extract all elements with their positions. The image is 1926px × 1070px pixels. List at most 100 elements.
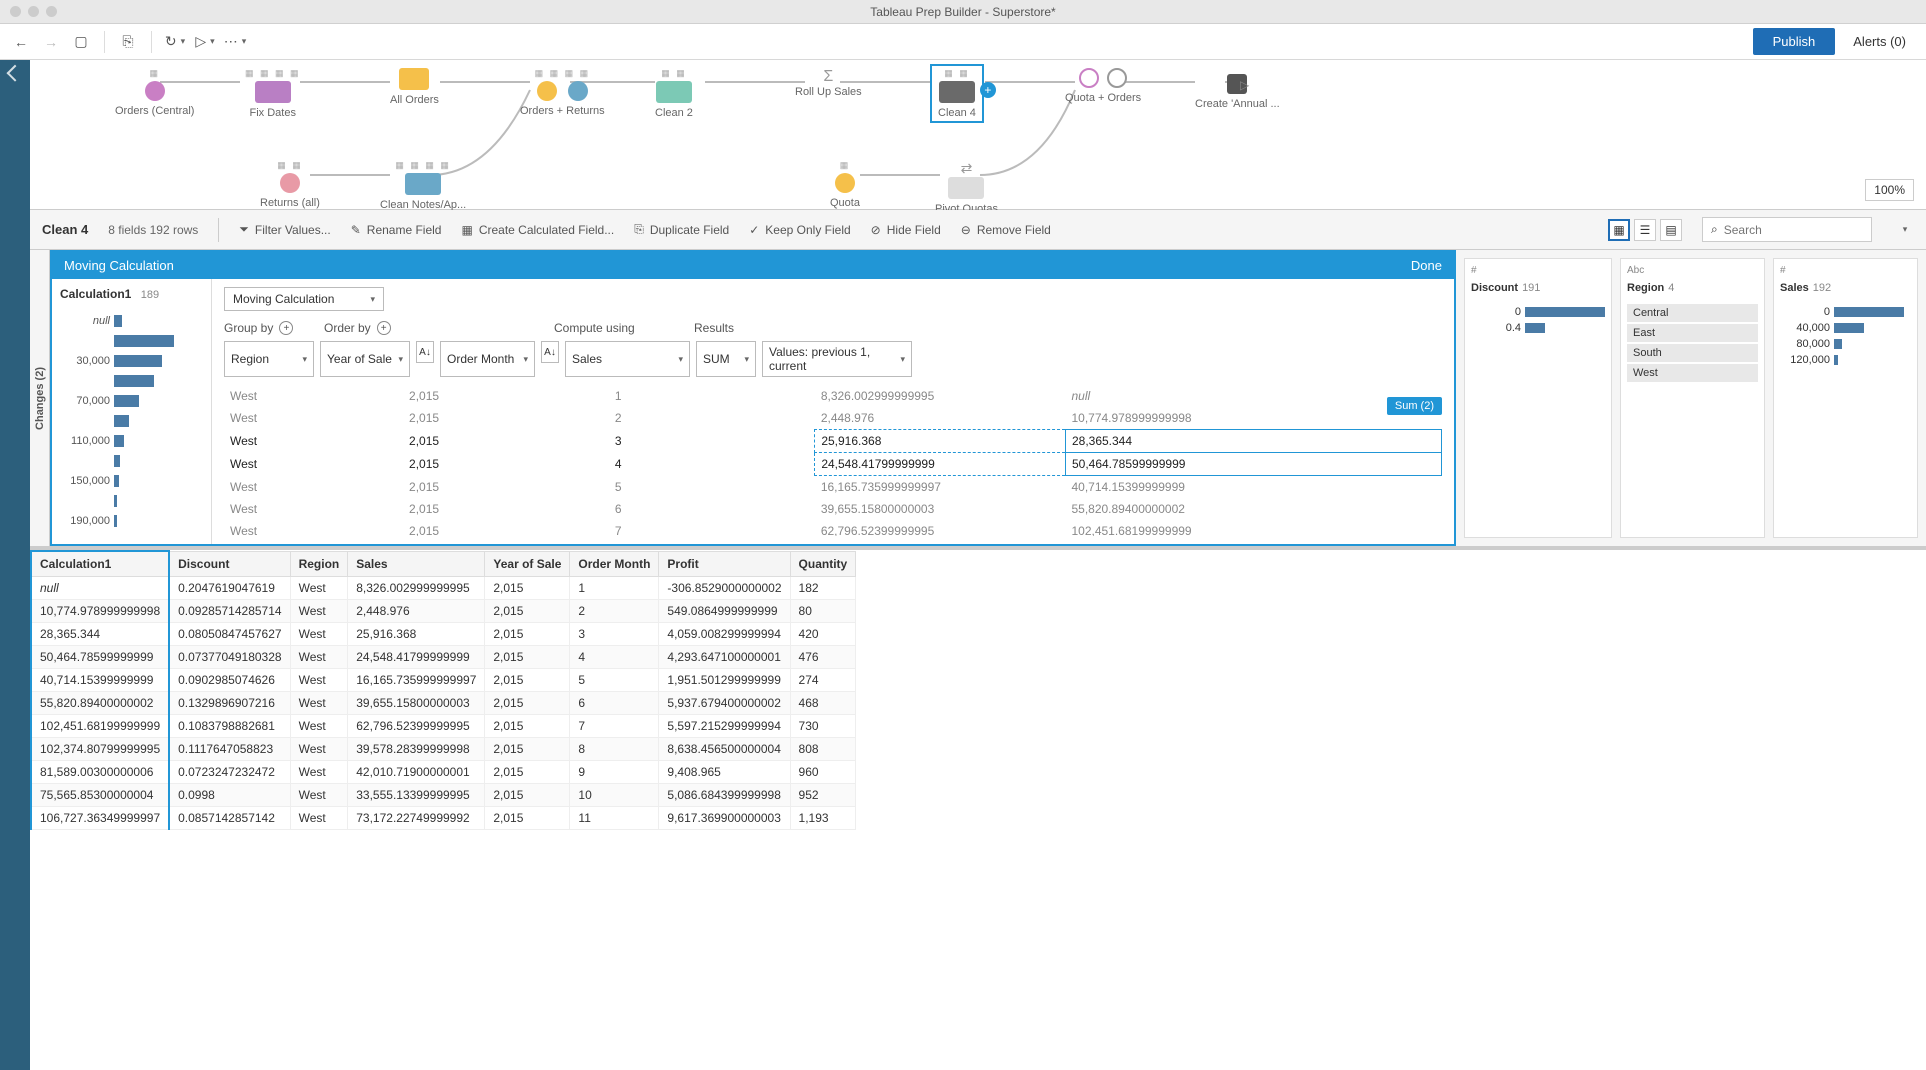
- column-header[interactable]: Order Month: [570, 551, 659, 577]
- table-row[interactable]: 55,820.894000000020.1329896907216West39,…: [31, 692, 856, 715]
- flow-node-clean4[interactable]: ▦ ▦Clean 4+: [930, 64, 984, 123]
- flow-node-all-orders[interactable]: All Orders: [390, 68, 439, 106]
- flow-node-clean2[interactable]: ▦ ▦Clean 2: [655, 68, 693, 119]
- back-button[interactable]: ←: [10, 31, 32, 53]
- calc-table-row[interactable]: West2,015639,655.1580000000355,820.89400…: [224, 498, 1442, 520]
- profile-pane: # Discount191 0 0.4 Abc Region4 Central …: [1456, 250, 1926, 546]
- flow-node-returns[interactable]: ▦ ▦Returns (all): [260, 160, 320, 209]
- calc-icon: ▦: [461, 223, 472, 237]
- flow-node-quota-orders[interactable]: Quota + Orders: [1065, 68, 1141, 104]
- orderby-month-dropdown[interactable]: Order Month: [440, 341, 535, 377]
- keep-icon: ✓: [749, 223, 759, 237]
- add-orderby-button[interactable]: +: [377, 321, 391, 335]
- done-button[interactable]: Done: [1411, 258, 1442, 273]
- view-profile-button[interactable]: ▦: [1608, 219, 1630, 241]
- profile-card-region[interactable]: Abc Region4 Central East South West: [1620, 258, 1765, 538]
- flow-node-rollup[interactable]: ΣRoll Up Sales: [795, 68, 862, 98]
- sort-month-button[interactable]: A↓: [541, 341, 559, 363]
- eye-off-icon: ⊘: [871, 223, 881, 237]
- flow-node-quota[interactable]: ▦Quota: [830, 160, 860, 209]
- table-row[interactable]: 102,374.807999999950.1117647058823West39…: [31, 738, 856, 761]
- agg-dropdown[interactable]: SUM: [696, 341, 756, 377]
- flow-canvas[interactable]: ▦Orders (Central) ▦ ▦ ▦ ▦Fix Dates All O…: [30, 60, 1926, 210]
- duplicate-field-button[interactable]: ⎘Duplicate Field: [634, 222, 729, 237]
- remove-icon: ⊖: [961, 223, 971, 237]
- calc-table-row[interactable]: West2,01518,326.002999999995null: [224, 385, 1442, 407]
- sort-year-button[interactable]: A↓: [416, 341, 434, 363]
- step-meta: 8 fields 192 rows: [108, 223, 198, 237]
- profile-card-discount[interactable]: # Discount191 0 0.4: [1464, 258, 1612, 538]
- more-options-button[interactable]: [1892, 219, 1914, 241]
- search-input[interactable]: [1724, 223, 1863, 237]
- filter-values-button[interactable]: ⏷Filter Values...: [239, 222, 330, 237]
- run-output-icon[interactable]: ▷: [1240, 78, 1249, 92]
- view-list-button[interactable]: ☰: [1634, 219, 1656, 241]
- sum-badge: Sum (2): [1387, 397, 1442, 415]
- hide-field-button[interactable]: ⊘Hide Field: [871, 223, 941, 237]
- column-header[interactable]: Region: [290, 551, 348, 577]
- table-row[interactable]: 102,451.681999999990.1083798882681West62…: [31, 715, 856, 738]
- calc-type-dropdown[interactable]: Moving Calculation: [224, 287, 384, 311]
- calc-table-row[interactable]: West2,015762,796.52399999995102,451.6819…: [224, 520, 1442, 536]
- calc-field-count: 189: [141, 289, 159, 301]
- table-row[interactable]: 75,565.853000000040.0998West33,555.13399…: [31, 784, 856, 807]
- profile-card-sales[interactable]: # Sales192 0 40,000 80,000 120,000: [1773, 258, 1918, 538]
- window-dropdown[interactable]: Values: previous 1, current: [762, 341, 912, 377]
- table-row[interactable]: 28,365.3440.08050847457627West25,916.368…: [31, 623, 856, 646]
- table-row[interactable]: 10,774.9789999999980.09285714285714West2…: [31, 600, 856, 623]
- run-button[interactable]: ▷: [194, 31, 216, 53]
- flow-node-orders-returns[interactable]: ▦ ▦ ▦ ▦Orders + Returns: [520, 68, 605, 117]
- save-button[interactable]: ▢: [70, 31, 92, 53]
- table-row[interactable]: 81,589.003000000060.0723247232472West42,…: [31, 761, 856, 784]
- refresh-button[interactable]: ↻: [164, 31, 186, 53]
- changes-panel-toggle[interactable]: Changes (2): [30, 250, 50, 546]
- filter-icon: ⏷: [239, 222, 249, 237]
- view-grid-button[interactable]: ▤: [1660, 219, 1682, 241]
- create-calc-button[interactable]: ▦Create Calculated Field...: [461, 223, 614, 237]
- publish-button[interactable]: Publish: [1753, 28, 1836, 55]
- zoom-level[interactable]: 100%: [1865, 179, 1914, 201]
- search-box[interactable]: ⌕: [1702, 217, 1872, 242]
- flow-node-clean-notes[interactable]: ▦ ▦ ▦ ▦Clean Notes/Ap...: [380, 160, 466, 211]
- column-header[interactable]: Sales: [348, 551, 485, 577]
- calc-panel-title: Moving Calculation: [64, 258, 174, 273]
- flow-node-pivot[interactable]: ⇄Pivot Quotas: [935, 160, 998, 215]
- remove-field-button[interactable]: ⊖Remove Field: [961, 223, 1051, 237]
- forward-button[interactable]: →: [40, 31, 62, 53]
- table-row[interactable]: 40,714.153999999990.0902985074626West16,…: [31, 669, 856, 692]
- flow-node-output[interactable]: Create 'Annual ...: [1195, 74, 1280, 110]
- main-toolbar: ← → ▢ ⎘ ↻ ▷ ⋯ Publish Alerts (0): [0, 24, 1926, 60]
- calc-table-row[interactable]: West2,015516,165.73599999999740,714.1539…: [224, 476, 1442, 499]
- orderby-year-dropdown[interactable]: Year of Sale: [320, 341, 410, 377]
- column-header[interactable]: Profit: [659, 551, 790, 577]
- calc-table-row[interactable]: West2,015424,548.4179999999950,464.78599…: [224, 453, 1442, 476]
- groupby-region-dropdown[interactable]: Region: [224, 341, 314, 377]
- flow-node-orders-central[interactable]: ▦Orders (Central): [115, 68, 194, 117]
- calc-table-row[interactable]: West2,015325,916.36828,365.344: [224, 430, 1442, 453]
- settings-button[interactable]: ⋯: [224, 31, 246, 53]
- data-grid[interactable]: Calculation1DiscountRegionSalesYear of S…: [30, 550, 1926, 1070]
- add-step-icon[interactable]: +: [980, 82, 996, 98]
- alerts-button[interactable]: Alerts (0): [1843, 28, 1916, 55]
- number-type-icon: #: [1780, 265, 1911, 276]
- column-header[interactable]: Year of Sale: [485, 551, 570, 577]
- table-row[interactable]: 50,464.785999999990.07377049180328West24…: [31, 646, 856, 669]
- number-type-icon: #: [1471, 265, 1605, 276]
- flow-node-fix-dates[interactable]: ▦ ▦ ▦ ▦Fix Dates: [245, 68, 301, 119]
- pencil-icon: ✎: [351, 223, 361, 237]
- table-row[interactable]: 106,727.363499999970.0857142857142West73…: [31, 807, 856, 830]
- table-row[interactable]: null0.2047619047619West8,326.00299999999…: [31, 577, 856, 600]
- compute-sales-dropdown[interactable]: Sales: [565, 341, 690, 377]
- step-name: Clean 4: [42, 222, 88, 237]
- add-groupby-button[interactable]: +: [279, 321, 293, 335]
- chevron-right-icon: [7, 65, 24, 82]
- keep-only-button[interactable]: ✓Keep Only Field: [749, 223, 850, 237]
- column-header[interactable]: Calculation1: [31, 551, 169, 577]
- calc-field-name[interactable]: Calculation1: [60, 287, 131, 301]
- connection-button[interactable]: ⎘: [117, 31, 139, 53]
- column-header[interactable]: Quantity: [790, 551, 856, 577]
- calc-table-row[interactable]: West2,01522,448.97610,774.978999999998: [224, 407, 1442, 430]
- rename-field-button[interactable]: ✎Rename Field: [351, 223, 442, 237]
- connections-strip[interactable]: [0, 60, 30, 1070]
- column-header[interactable]: Discount: [169, 551, 290, 577]
